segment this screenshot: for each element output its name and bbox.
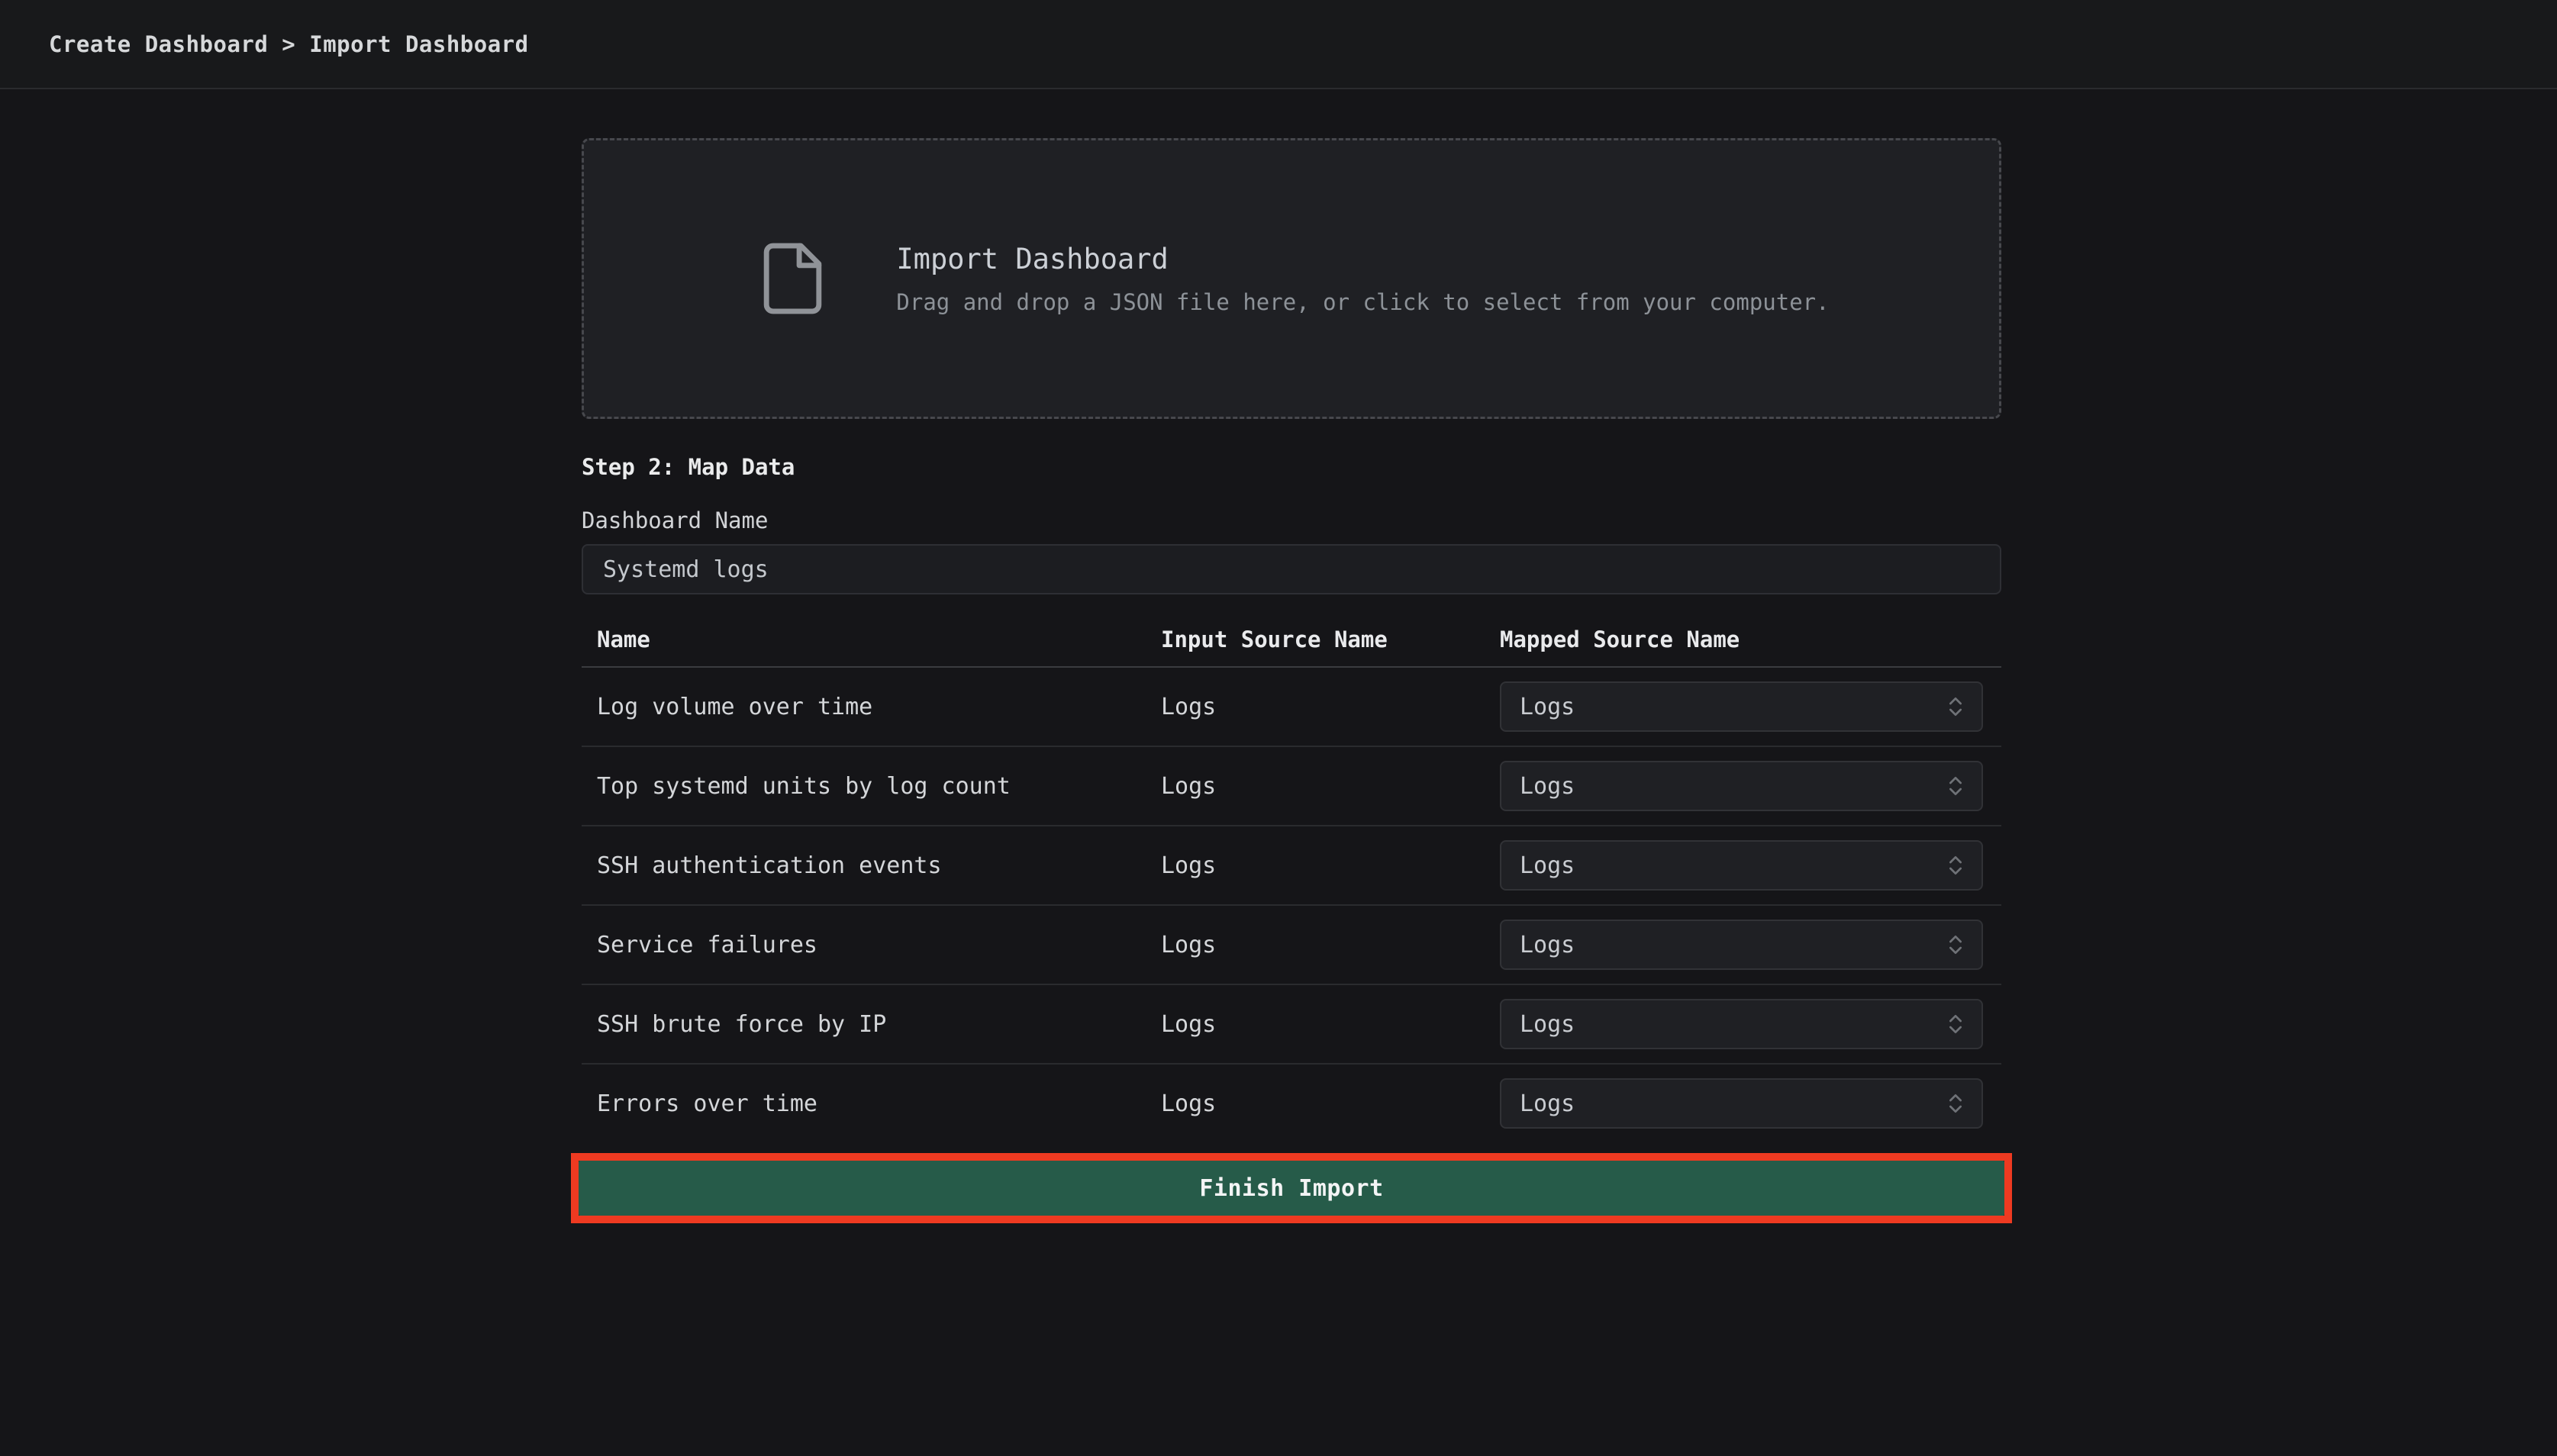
row-input-source: Logs <box>1161 932 1500 958</box>
chevrons-up-down-icon <box>1943 694 1968 719</box>
mapped-source-select[interactable]: Logs <box>1500 920 1983 970</box>
row-name: SSH authentication events <box>597 852 1161 879</box>
table-row: Top systemd units by log count Logs Logs <box>582 747 2001 826</box>
chevrons-up-down-icon <box>1943 933 1968 957</box>
mapped-source-select[interactable]: Logs <box>1500 761 1983 811</box>
selected-value: Logs <box>1520 773 1575 800</box>
dashboard-name-label: Dashboard Name <box>582 507 2001 533</box>
row-name: Errors over time <box>597 1090 1161 1117</box>
mapped-source-select[interactable]: Logs <box>1500 681 1983 732</box>
table-row: Errors over time Logs Logs <box>582 1065 2001 1142</box>
chevrons-up-down-icon <box>1943 774 1968 798</box>
file-dropzone[interactable]: Import Dashboard Drag and drop a JSON fi… <box>582 138 2001 419</box>
table-row: SSH authentication events Logs Logs <box>582 826 2001 906</box>
selected-value: Logs <box>1520 1090 1575 1117</box>
dropzone-subtitle: Drag and drop a JSON file here, or click… <box>896 289 1829 315</box>
row-name: Log volume over time <box>597 694 1161 720</box>
click-target-annotation: Finish Import <box>571 1153 2012 1223</box>
selected-value: Logs <box>1520 694 1575 720</box>
row-input-source: Logs <box>1161 773 1500 800</box>
chevrons-up-down-icon <box>1943 853 1968 878</box>
selected-value: Logs <box>1520 852 1575 879</box>
row-input-source: Logs <box>1161 1090 1500 1117</box>
row-name: Service failures <box>597 932 1161 958</box>
topbar: Create Dashboard > Import Dashboard <box>0 0 2557 89</box>
dropzone-title: Import Dashboard <box>896 243 1829 275</box>
column-header-input-source: Input Source Name <box>1161 627 1500 652</box>
dropzone-text: Import Dashboard Drag and drop a JSON fi… <box>896 243 1829 315</box>
mapped-source-select[interactable]: Logs <box>1500 840 1983 891</box>
file-icon <box>753 238 832 319</box>
column-header-mapped-source: Mapped Source Name <box>1500 627 1983 652</box>
table-row: Service failures Logs Logs <box>582 906 2001 985</box>
finish-import-button[interactable]: Finish Import <box>579 1161 2004 1216</box>
table-row: Log volume over time Logs Logs <box>582 668 2001 747</box>
mapped-source-select[interactable]: Logs <box>1500 999 1983 1049</box>
mapping-table: Name Input Source Name Mapped Source Nam… <box>582 613 2001 1142</box>
row-name: Top systemd units by log count <box>597 773 1161 800</box>
step-heading: Step 2: Map Data <box>582 454 2001 480</box>
column-header-name: Name <box>597 627 1161 652</box>
breadcrumb[interactable]: Create Dashboard > Import Dashboard <box>49 31 529 57</box>
mapped-source-select[interactable]: Logs <box>1500 1078 1983 1129</box>
row-input-source: Logs <box>1161 694 1500 720</box>
table-header-row: Name Input Source Name Mapped Source Nam… <box>582 613 2001 668</box>
selected-value: Logs <box>1520 1011 1575 1038</box>
dashboard-name-input[interactable] <box>582 544 2001 594</box>
table-row: SSH brute force by IP Logs Logs <box>582 985 2001 1065</box>
chevrons-up-down-icon <box>1943 1012 1968 1036</box>
selected-value: Logs <box>1520 932 1575 958</box>
main-content: Import Dashboard Drag and drop a JSON fi… <box>582 138 2001 1223</box>
row-input-source: Logs <box>1161 852 1500 879</box>
chevrons-up-down-icon <box>1943 1091 1968 1116</box>
row-name: SSH brute force by IP <box>597 1011 1161 1038</box>
row-input-source: Logs <box>1161 1011 1500 1038</box>
